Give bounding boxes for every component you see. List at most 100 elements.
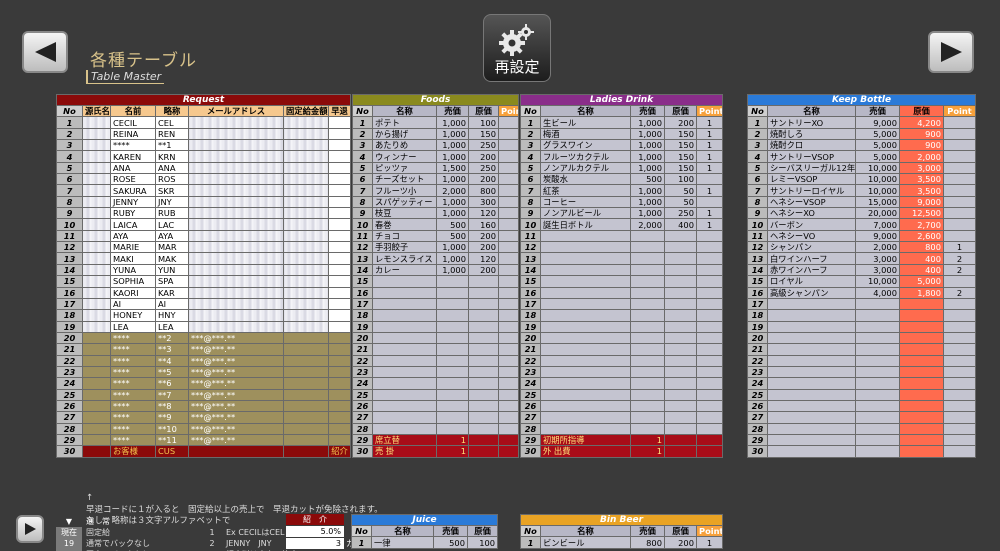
name-cell[interactable]: YUNA [110,263,156,277]
item-name-cell[interactable]: シャンパン [767,241,856,254]
cost-cell[interactable] [664,331,697,345]
fixed-pay-cell[interactable] [283,445,329,458]
abbr-cell[interactable]: **5 [155,365,189,379]
point-cell[interactable] [497,184,520,197]
early-leave-cell[interactable] [327,286,352,299]
price-cell[interactable]: 500 [433,536,468,549]
price-cell[interactable]: 1,000 [436,252,469,265]
email-cell[interactable]: ***@***.** [188,411,284,424]
cost-cell[interactable] [468,377,499,390]
real-name-cell[interactable] [82,411,111,424]
cost-cell[interactable] [664,286,697,299]
email-cell[interactable]: ***@***.** [188,399,284,413]
item-name-cell[interactable]: サントリーVSOP [767,150,856,163]
price-cell[interactable] [855,354,900,367]
point-cell[interactable] [497,116,520,129]
email-cell[interactable] [188,241,284,254]
item-name-cell[interactable]: ウィンナー [372,150,437,163]
price-cell[interactable]: 5,000 [855,127,900,141]
price-cell[interactable]: 1,500 [436,161,469,175]
point-cell[interactable]: 1 [695,184,724,197]
item-name-cell[interactable]: 生ビール [540,116,631,129]
point-cell[interactable] [497,218,520,231]
fixed-pay-cell[interactable] [283,275,329,288]
cost-cell[interactable]: 900 [899,139,944,152]
abbr-cell[interactable]: **4 [155,354,189,367]
point-cell[interactable] [497,263,520,277]
cost-cell[interactable]: 250 [664,207,697,220]
price-cell[interactable] [855,411,900,424]
cost-cell[interactable] [468,433,499,447]
name-cell[interactable]: ROSE [110,173,156,186]
item-name-cell[interactable] [767,377,856,390]
point-cell[interactable] [942,422,977,435]
price-cell[interactable] [855,343,900,356]
real-name-cell[interactable] [82,433,111,447]
item-name-cell[interactable]: 白ワインハーフ [767,252,856,265]
early-leave-cell[interactable] [327,173,352,186]
item-name-cell[interactable] [372,309,437,322]
item-name-cell[interactable]: 初期所指導 [540,433,631,447]
price-cell[interactable] [436,309,469,322]
price-cell[interactable] [630,286,665,299]
fixed-pay-cell[interactable] [283,377,329,390]
abbr-cell[interactable]: **8 [155,399,189,413]
real-name-cell[interactable] [82,252,111,265]
name-cell[interactable]: **** [110,422,156,435]
point-cell[interactable] [695,252,724,265]
cost-cell[interactable]: 200 [468,150,499,163]
abbr-cell[interactable]: RUB [155,207,189,220]
item-name-cell[interactable] [540,252,631,265]
name-cell[interactable]: MARIE [110,241,156,254]
cost-cell[interactable] [899,354,944,367]
point-cell[interactable] [695,422,724,435]
name-cell[interactable]: **** [110,331,156,345]
point-cell[interactable] [942,297,977,311]
abbr-cell[interactable]: **11 [155,433,189,447]
abbr-cell[interactable]: KRN [155,150,189,163]
abbr-cell[interactable]: YUN [155,263,189,277]
cost-cell[interactable] [664,252,697,265]
point-cell[interactable] [497,354,520,367]
real-name-cell[interactable] [82,229,111,243]
early-leave-cell[interactable] [327,331,352,345]
cost-cell[interactable]: 9,000 [899,195,944,209]
cost-cell[interactable]: 400 [899,252,944,265]
name-cell[interactable]: LEA [110,320,156,333]
early-leave-cell[interactable] [327,275,352,288]
email-cell[interactable] [188,207,284,220]
price-cell[interactable] [630,365,665,379]
item-name-cell[interactable]: 売 掛 [372,445,437,458]
abbr-cell[interactable]: ROS [155,173,189,186]
item-name-cell[interactable]: 赤ワインハーフ [767,263,856,277]
point-cell[interactable]: 2 [942,263,977,277]
cost-cell[interactable] [468,309,499,322]
price-cell[interactable]: 1,000 [436,195,469,209]
real-name-cell[interactable] [82,207,111,220]
point-cell[interactable] [695,365,724,379]
cost-cell[interactable] [468,388,499,401]
price-cell[interactable] [630,320,665,333]
fixed-pay-cell[interactable] [283,127,329,141]
cost-cell[interactable] [899,297,944,311]
name-cell[interactable]: SAKURA [110,184,156,197]
early-leave-cell[interactable] [327,150,352,163]
point-cell[interactable] [497,252,520,265]
item-name-cell[interactable] [372,365,437,379]
point-cell[interactable] [497,127,520,141]
cost-cell[interactable] [899,445,944,458]
name-cell[interactable]: MAKI [110,252,156,265]
fixed-pay-cell[interactable] [283,297,329,311]
price-cell[interactable] [855,399,900,413]
point-cell[interactable] [695,263,724,277]
item-name-cell[interactable] [372,320,437,333]
cost-cell[interactable] [664,388,697,401]
early-leave-cell[interactable] [327,161,352,175]
point-cell[interactable] [497,297,520,311]
price-cell[interactable]: 1,000 [630,184,665,197]
price-cell[interactable] [855,377,900,390]
cost-cell[interactable]: 2,600 [899,229,944,243]
price-cell[interactable]: 2,000 [436,184,469,197]
point-cell[interactable] [942,207,977,220]
point-cell[interactable]: 2 [942,252,977,265]
